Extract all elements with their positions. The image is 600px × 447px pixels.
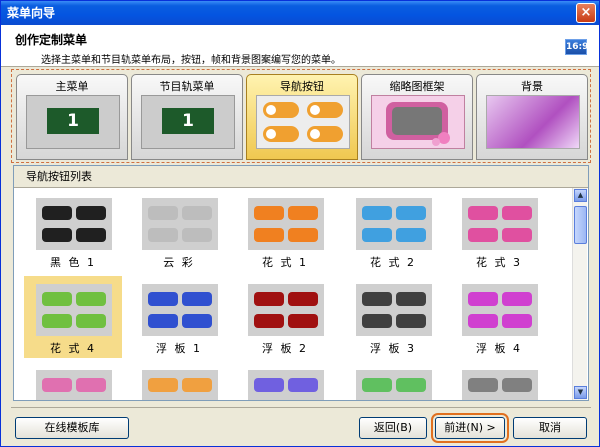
- button-style-item[interactable]: [450, 362, 548, 400]
- button-style-label: 浮 板 4: [476, 342, 522, 355]
- button-style-label: 花 式 4: [50, 342, 96, 355]
- button-style-label: 云 彩: [163, 256, 195, 269]
- page-title: 创作定制菜单: [15, 33, 88, 47]
- button-style-preview-icon: [248, 198, 324, 250]
- button-style-preview-icon: [142, 284, 218, 336]
- tab-label: 主菜单: [55, 80, 89, 93]
- thumb-number: 1: [47, 108, 99, 134]
- button-style-preview-icon: [142, 370, 218, 400]
- button-style-item[interactable]: 浮 板 3: [344, 276, 442, 358]
- button-style-label: 花 式 3: [476, 256, 522, 269]
- menu-wizard-window: 菜单向导 × 创作定制菜单 选择主菜单和节目轨菜单布局，按钮，帧和背景图案编写您…: [0, 0, 600, 447]
- list-caption: 导航按钮列表: [14, 166, 588, 188]
- next-button[interactable]: 前进(N) >: [431, 413, 509, 443]
- navigation-buttons-thumbnail: [256, 95, 350, 149]
- category-tabs: 主菜单 1 节目轨菜单 1 导航按钮 缩略图框架 背景: [11, 69, 591, 163]
- button-style-preview-icon: [248, 284, 324, 336]
- page-description: 选择主菜单和节目轨菜单布局，按钮，帧和背景图案编写您的菜单。: [41, 55, 341, 66]
- button-style-label: 浮 板 1: [156, 342, 202, 355]
- button-style-item[interactable]: 黑 色 1: [24, 190, 122, 272]
- close-button[interactable]: ×: [576, 3, 596, 23]
- button-style-item[interactable]: 云 彩: [130, 190, 228, 272]
- button-style-label: 花 式 1: [262, 256, 308, 269]
- wizard-header: 创作定制菜单 选择主菜单和节目轨菜单布局，按钮，帧和背景图案编写您的菜单。 16…: [1, 25, 599, 67]
- button-style-label: 浮 板 2: [262, 342, 308, 355]
- background-thumbnail: [486, 95, 580, 149]
- button-style-grid: 黑 色 1 云 彩 花 式 1 花 式 2 花 式 3 花 式 4 浮 板 1 浮 板 2 浮 …: [14, 188, 572, 400]
- window-title: 菜单向导: [7, 6, 56, 20]
- button-style-item[interactable]: 浮 板 1: [130, 276, 228, 358]
- tab-chapter-menu[interactable]: 节目轨菜单 1: [131, 74, 243, 160]
- cancel-button[interactable]: 取消: [513, 417, 587, 439]
- button-style-item[interactable]: 花 式 2: [344, 190, 442, 272]
- tab-label: 缩略图框架: [389, 80, 445, 93]
- frame-thumbnail: [371, 95, 465, 149]
- scroll-down-icon[interactable]: ▼: [574, 386, 587, 399]
- scroll-thumb[interactable]: [574, 206, 587, 244]
- button-style-preview-icon: [36, 370, 112, 400]
- button-style-preview-icon: [36, 284, 112, 336]
- aspect-ratio-button[interactable]: 16:9: [565, 39, 588, 55]
- vertical-scrollbar[interactable]: ▲ ▼: [572, 188, 587, 400]
- title-bar: 菜单向导 ×: [1, 1, 599, 25]
- button-style-label: 花 式 2: [370, 256, 416, 269]
- button-style-preview-icon: [462, 370, 538, 400]
- chapter-menu-thumbnail: 1: [141, 95, 235, 149]
- button-style-preview-icon: [462, 198, 538, 250]
- fancy-buttons-icon: [263, 102, 343, 142]
- button-style-item[interactable]: [24, 362, 122, 400]
- tab-label: 背景: [521, 80, 543, 93]
- button-style-item[interactable]: [344, 362, 442, 400]
- thumb-number: 1: [162, 108, 214, 134]
- tab-label: 导航按钮: [280, 80, 324, 93]
- tab-background[interactable]: 背景: [476, 74, 588, 160]
- footer-divider: [11, 407, 591, 408]
- button-style-item[interactable]: [236, 362, 334, 400]
- button-style-item[interactable]: 花 式 3: [450, 190, 548, 272]
- button-style-preview-icon: [36, 198, 112, 250]
- button-style-preview-icon: [356, 198, 432, 250]
- button-style-preview-icon: [462, 284, 538, 336]
- tab-thumbnail-frame[interactable]: 缩略图框架: [361, 74, 473, 160]
- button-style-item[interactable]: 浮 板 2: [236, 276, 334, 358]
- tab-label: 节目轨菜单: [159, 80, 215, 93]
- tab-navigation-buttons[interactable]: 导航按钮: [246, 74, 358, 160]
- button-style-preview-icon: [142, 198, 218, 250]
- frame-icon: [386, 102, 450, 146]
- button-style-item[interactable]: 花 式 4: [24, 276, 122, 358]
- button-style-label: 黑 色 1: [50, 256, 96, 269]
- button-style-preview-icon: [248, 370, 324, 400]
- back-button[interactable]: 返回(B): [359, 417, 427, 439]
- button-style-item[interactable]: 浮 板 4: [450, 276, 548, 358]
- button-style-preview-icon: [356, 284, 432, 336]
- scroll-up-icon[interactable]: ▲: [574, 189, 587, 202]
- button-style-item[interactable]: 花 式 1: [236, 190, 334, 272]
- online-templates-button[interactable]: 在线模板库: [15, 417, 129, 439]
- navigation-button-list: 导航按钮列表 黑 色 1 云 彩 花 式 1 花 式 2 花 式 3 花 式 4 浮 板 1…: [13, 165, 589, 401]
- button-style-preview-icon: [356, 370, 432, 400]
- main-menu-thumbnail: 1: [26, 95, 120, 149]
- tab-main-menu[interactable]: 主菜单 1: [16, 74, 128, 160]
- button-style-item[interactable]: [130, 362, 228, 400]
- button-style-label: 浮 板 3: [370, 342, 416, 355]
